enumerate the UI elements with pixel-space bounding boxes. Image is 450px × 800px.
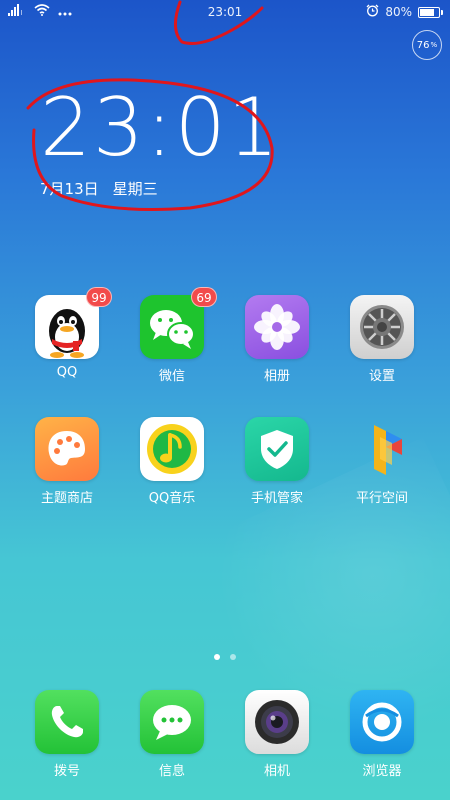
qq-unread-badge: 99 (86, 287, 112, 307)
clock-widget-time[interactable]: 23:01 (40, 88, 281, 168)
app-parallel-space[interactable]: 平行空间 (337, 417, 427, 506)
app-label: QQ音乐 (148, 491, 196, 506)
theme-palette-icon (35, 417, 99, 481)
gallery-flower-icon (245, 295, 309, 359)
page-indicator[interactable] (0, 654, 450, 660)
shield-check-icon (245, 417, 309, 481)
app-wechat[interactable]: 69 微信 (127, 287, 217, 384)
wechat-unread-badge: 69 (191, 287, 217, 307)
battery-icon (418, 6, 443, 18)
app-label: 相册 (263, 369, 290, 384)
battery-percent: 80% (385, 5, 412, 19)
dock-app-messages[interactable]: 信息 (127, 690, 217, 779)
app-settings[interactable]: 设置 (337, 295, 427, 384)
app-label: 拨号 (53, 764, 80, 779)
date-text: 7月13日 (40, 180, 99, 198)
browser-icon (350, 690, 414, 754)
app-label: 相机 (263, 764, 290, 779)
page-dot[interactable] (230, 654, 236, 660)
dock-app-dialer[interactable]: 拨号 (22, 690, 112, 779)
app-theme-store[interactable]: 主题商店 (22, 417, 112, 506)
memory-unit: % (430, 41, 438, 49)
phone-icon (35, 690, 99, 754)
memory-value: 76 (416, 39, 430, 51)
app-label: 平行空间 (355, 491, 408, 506)
app-label: 浏览器 (362, 764, 402, 779)
app-gallery[interactable]: 相册 (232, 295, 322, 384)
alarm-icon (366, 4, 379, 20)
clock-widget-date[interactable]: 7月13日 星期三 (40, 178, 158, 199)
qq-music-icon (140, 417, 204, 481)
app-label: 设置 (368, 369, 395, 384)
parallel-space-icon (350, 417, 414, 481)
camera-icon (245, 690, 309, 754)
app-label: 微信 (158, 369, 185, 384)
app-label: 手机管家 (250, 491, 303, 506)
app-label: QQ (56, 365, 78, 380)
app-label: 信息 (158, 764, 185, 779)
app-phone-manager[interactable]: 手机管家 (232, 417, 322, 506)
memory-cleaner-widget[interactable]: 76% (412, 30, 442, 60)
weekday-text: 星期三 (112, 180, 158, 198)
status-bar: l 23:01 80% (0, 0, 450, 24)
app-qq[interactable]: 99 QQ (22, 287, 112, 380)
settings-gear-icon (350, 295, 414, 359)
message-icon (140, 690, 204, 754)
dock-app-camera[interactable]: 相机 (232, 690, 322, 779)
app-label: 主题商店 (40, 491, 93, 506)
dock-app-browser[interactable]: 浏览器 (337, 690, 427, 779)
page-dot-active[interactable] (214, 654, 220, 660)
app-qq-music[interactable]: QQ音乐 (127, 417, 217, 506)
